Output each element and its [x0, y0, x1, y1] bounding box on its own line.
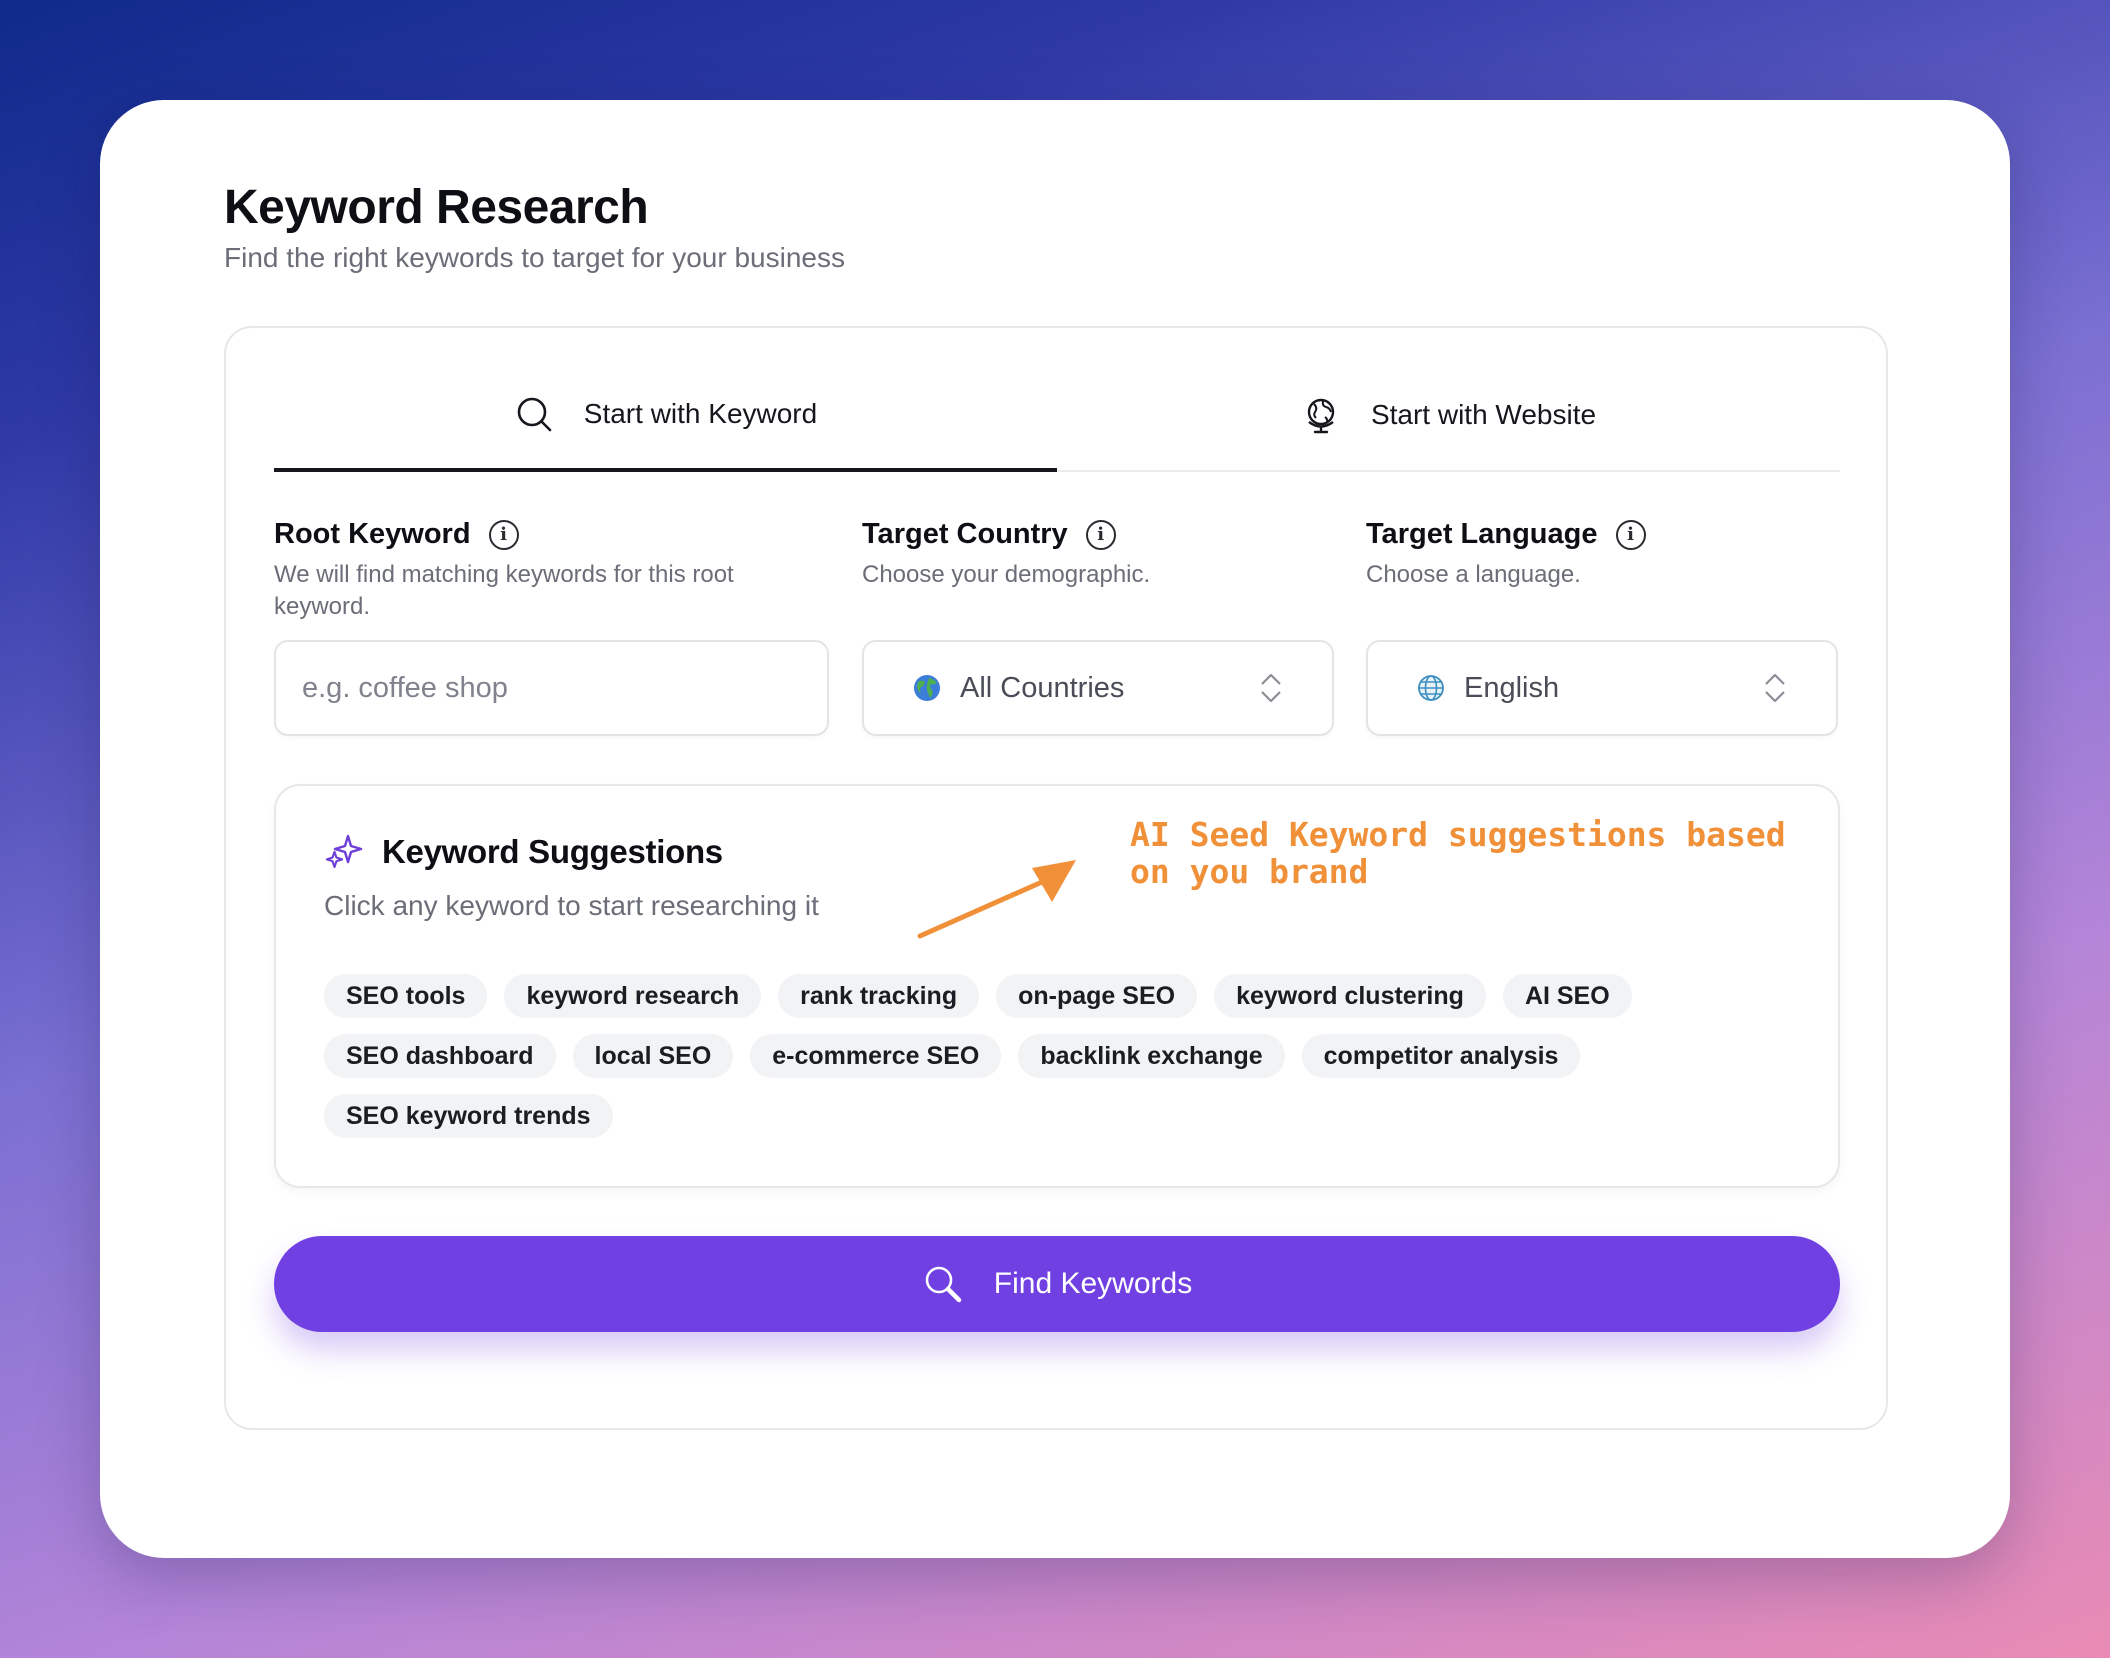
page-subtitle: Find the right keywords to target for yo…: [224, 242, 845, 273]
keyword-chip[interactable]: SEO dashboard: [324, 1034, 556, 1078]
target-country-value: All Countries: [960, 671, 1125, 704]
keyword-suggestions-subtitle: Click any keyword to start researching i…: [324, 890, 819, 921]
keyword-chip[interactable]: backlink exchange: [1018, 1034, 1285, 1078]
tab-start-with-website[interactable]: Start with Website: [1057, 360, 1840, 470]
find-keywords-button[interactable]: Find Keywords: [274, 1236, 1840, 1332]
earth-icon: [912, 673, 942, 703]
keyword-chip[interactable]: rank tracking: [778, 974, 980, 1018]
keyword-chip[interactable]: competitor analysis: [1301, 1034, 1581, 1078]
tab-start-with-keyword[interactable]: Start with Keyword: [274, 360, 1057, 472]
target-language-help: Choose a language.: [1366, 561, 1581, 588]
keyword-suggestions-title: Keyword Suggestions: [324, 832, 723, 872]
search-icon: [514, 394, 554, 434]
chevron-up-down-icon: [1258, 671, 1284, 705]
keyword-chip[interactable]: keyword clustering: [1214, 974, 1486, 1018]
globe-icon: [1416, 673, 1446, 703]
root-keyword-help: We will find matching keywords for this …: [274, 561, 734, 620]
target-language-value: English: [1464, 671, 1560, 704]
info-icon[interactable]: i: [1085, 519, 1116, 550]
target-country-help: Choose your demographic.: [862, 561, 1151, 588]
target-language-label: Target Language i: [1366, 518, 1646, 551]
target-country-select[interactable]: All Countries: [862, 640, 1334, 736]
annotation-text: AI Seed Keyword suggestions based on you…: [1130, 815, 1786, 891]
root-keyword-label: Root Keyword i: [274, 518, 519, 551]
root-keyword-input[interactable]: [276, 642, 827, 734]
tab-label: Start with Website: [1370, 399, 1597, 430]
target-language-select[interactable]: English: [1366, 640, 1838, 736]
keyword-chip[interactable]: SEO keyword trends: [324, 1094, 613, 1138]
target-country-label: Target Country i: [862, 518, 1116, 551]
keyword-suggestions-title-text: Keyword Suggestions: [382, 833, 723, 870]
root-keyword-label-text: Root Keyword: [274, 518, 471, 550]
target-language-label-text: Target Language: [1366, 518, 1598, 550]
keyword-chip[interactable]: on-page SEO: [996, 974, 1198, 1018]
annotation-arrow: [917, 860, 1076, 939]
keyword-chip[interactable]: e-commerce SEO: [750, 1034, 1002, 1078]
info-icon[interactable]: i: [488, 519, 519, 550]
mode-tabs: Start with Keyword Start with Website: [274, 360, 1840, 472]
keyword-chip[interactable]: SEO tools: [324, 974, 488, 1018]
target-country-label-text: Target Country: [862, 518, 1068, 550]
globe-icon: [1301, 395, 1341, 435]
find-keywords-label: Find Keywords: [993, 1267, 1193, 1300]
page-title: Keyword Research: [224, 181, 649, 234]
search-icon: [922, 1263, 964, 1305]
sparkle-icon: [324, 832, 364, 872]
keyword-chip[interactable]: keyword research: [504, 974, 762, 1018]
keyword-chip-list: SEO tools keyword research rank tracking on…: [324, 974, 1804, 1138]
root-keyword-input-wrapper: [274, 640, 829, 736]
tab-label: Start with Keyword: [583, 398, 818, 429]
info-icon[interactable]: i: [1615, 519, 1646, 550]
chevron-up-down-icon: [1762, 671, 1788, 705]
keyword-chip[interactable]: AI SEO: [1502, 974, 1632, 1018]
keyword-chip[interactable]: local SEO: [572, 1034, 734, 1078]
